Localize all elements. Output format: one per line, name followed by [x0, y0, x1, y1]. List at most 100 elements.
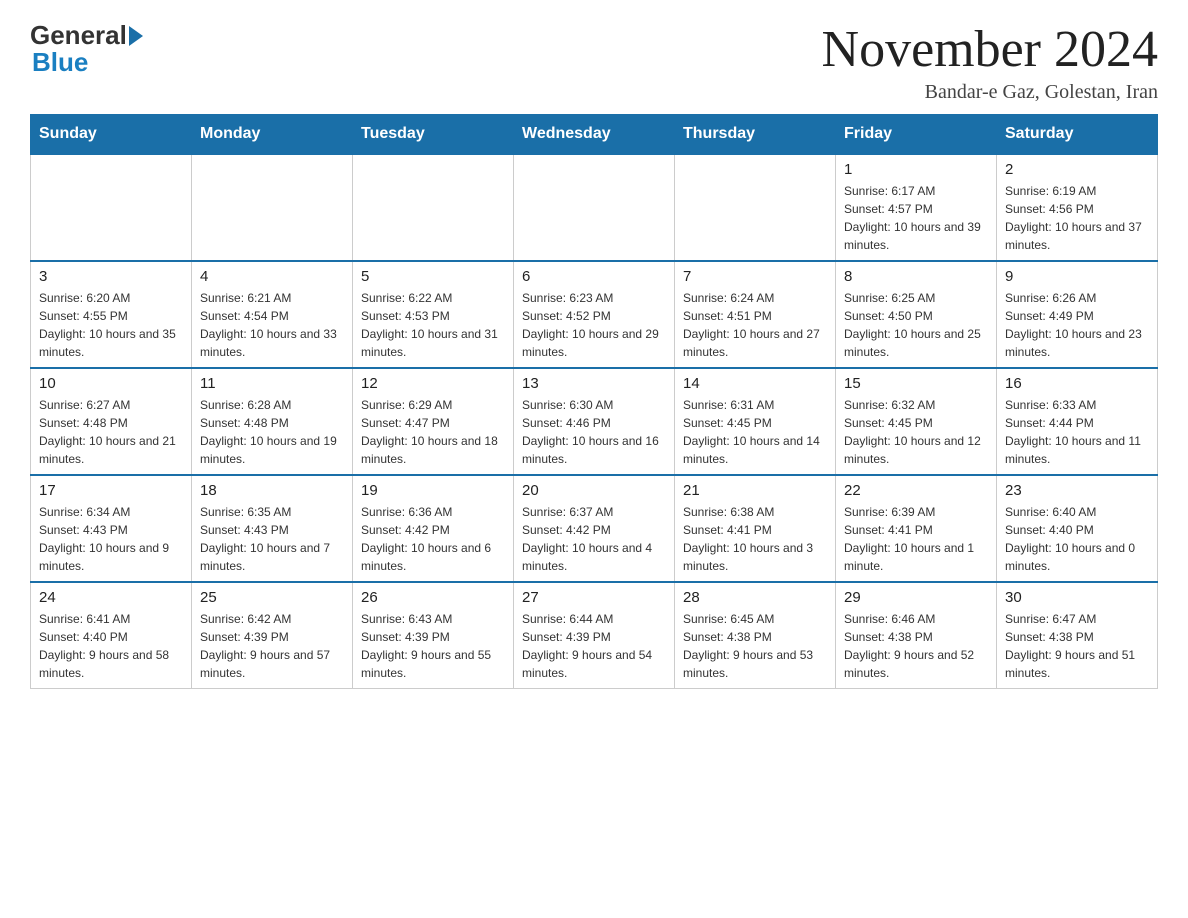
calendar-day-header: Friday	[836, 115, 997, 155]
title-block: November 2024 Bandar-e Gaz, Golestan, Ir…	[822, 20, 1158, 104]
day-info: Sunrise: 6:42 AMSunset: 4:39 PMDaylight:…	[200, 610, 344, 682]
calendar-title: November 2024	[822, 20, 1158, 79]
day-number: 2	[1005, 161, 1149, 178]
calendar-day-cell: 1 Sunrise: 6:17 AMSunset: 4:57 PMDaylight…	[836, 154, 997, 261]
calendar-day-cell: 4Sunrise: 6:21 AMSunset: 4:54 PMDaylight…	[192, 261, 353, 368]
calendar-week-row: 24 Sunrise: 6:41 AMSunset: 4:40 PMDayligh…	[31, 582, 1158, 689]
day-info: Sunrise: 6:27 AMSunset: 4:48 PMDaylight:…	[39, 396, 183, 468]
calendar-day-cell: 13 Sunrise: 6:30 AMSunset: 4:46 PMDayligh…	[514, 368, 675, 475]
calendar-day-cell: 25 Sunrise: 6:42 AMSunset: 4:39 PMDayligh…	[192, 582, 353, 689]
day-info: Sunrise: 6:46 AMSunset: 4:38 PMDaylight:…	[844, 610, 988, 682]
day-number: 21	[683, 482, 827, 499]
calendar-day-cell: 7Sunrise: 6:24 AMSunset: 4:51 PMDaylight…	[675, 261, 836, 368]
calendar-day-cell: 17 Sunrise: 6:34 AMSunset: 4:43 PMDayligh…	[31, 475, 192, 582]
day-info: Sunrise: 6:29 AMSunset: 4:47 PMDaylight:…	[361, 396, 505, 468]
day-info: Sunrise: 6:32 AMSunset: 4:45 PMDaylight:…	[844, 396, 988, 468]
day-info: Sunrise: 6:45 AMSunset: 4:38 PMDaylight:…	[683, 610, 827, 682]
day-number: 16	[1005, 375, 1149, 392]
day-number: 25	[200, 589, 344, 606]
calendar-day-cell: 22 Sunrise: 6:39 AMSunset: 4:41 PMDayligh…	[836, 475, 997, 582]
day-number: 1	[844, 161, 988, 178]
calendar-day-header: Thursday	[675, 115, 836, 155]
day-number: 30	[1005, 589, 1149, 606]
day-info: Sunrise: 6:26 AMSunset: 4:49 PMDaylight:…	[1005, 289, 1149, 361]
day-info: Sunrise: 6:22 AMSunset: 4:53 PMDaylight:…	[361, 289, 505, 361]
day-number: 19	[361, 482, 505, 499]
calendar-day-cell: 14Sunrise: 6:31 AMSunset: 4:45 PMDayligh…	[675, 368, 836, 475]
day-number: 5	[361, 268, 505, 285]
day-number: 20	[522, 482, 666, 499]
calendar-day-cell: 29 Sunrise: 6:46 AMSunset: 4:38 PMDayligh…	[836, 582, 997, 689]
calendar-day-cell	[675, 154, 836, 261]
day-info: Sunrise: 6:35 AMSunset: 4:43 PMDaylight:…	[200, 503, 344, 575]
day-number: 6	[522, 268, 666, 285]
day-number: 9	[1005, 268, 1149, 285]
day-number: 26	[361, 589, 505, 606]
day-info: Sunrise: 6:34 AMSunset: 4:43 PMDaylight:…	[39, 503, 183, 575]
day-number: 17	[39, 482, 183, 499]
day-number: 24	[39, 589, 183, 606]
day-info: Sunrise: 6:31 AMSunset: 4:45 PMDaylight:…	[683, 396, 827, 468]
logo: General Blue	[30, 20, 143, 78]
calendar-week-row: 10 Sunrise: 6:27 AMSunset: 4:48 PMDayligh…	[31, 368, 1158, 475]
day-number: 11	[200, 375, 344, 392]
day-number: 13	[522, 375, 666, 392]
calendar-header-row: SundayMondayTuesdayWednesdayThursdayFrid…	[31, 115, 1158, 155]
day-number: 3	[39, 268, 183, 285]
calendar-day-cell: 19Sunrise: 6:36 AMSunset: 4:42 PMDayligh…	[353, 475, 514, 582]
day-info: Sunrise: 6:39 AMSunset: 4:41 PMDaylight:…	[844, 503, 988, 575]
calendar-day-header: Sunday	[31, 115, 192, 155]
calendar-day-cell: 9 Sunrise: 6:26 AMSunset: 4:49 PMDaylight…	[997, 261, 1158, 368]
page-header: General Blue November 2024 Bandar-e Gaz,…	[30, 20, 1158, 104]
day-info: Sunrise: 6:30 AMSunset: 4:46 PMDaylight:…	[522, 396, 666, 468]
calendar-day-cell: 15 Sunrise: 6:32 AMSunset: 4:45 PMDayligh…	[836, 368, 997, 475]
day-number: 28	[683, 589, 827, 606]
day-info: Sunrise: 6:41 AMSunset: 4:40 PMDaylight:…	[39, 610, 183, 682]
day-info: Sunrise: 6:24 AMSunset: 4:51 PMDaylight:…	[683, 289, 827, 361]
calendar-day-cell: 20 Sunrise: 6:37 AMSunset: 4:42 PMDayligh…	[514, 475, 675, 582]
day-number: 29	[844, 589, 988, 606]
day-info: Sunrise: 6:21 AMSunset: 4:54 PMDaylight:…	[200, 289, 344, 361]
day-info: Sunrise: 6:47 AMSunset: 4:38 PMDaylight:…	[1005, 610, 1149, 682]
calendar-table: SundayMondayTuesdayWednesdayThursdayFrid…	[30, 114, 1158, 689]
calendar-day-cell	[514, 154, 675, 261]
calendar-day-cell: 23 Sunrise: 6:40 AMSunset: 4:40 PMDayligh…	[997, 475, 1158, 582]
calendar-week-row: 17 Sunrise: 6:34 AMSunset: 4:43 PMDayligh…	[31, 475, 1158, 582]
calendar-day-cell: 12 Sunrise: 6:29 AMSunset: 4:47 PMDayligh…	[353, 368, 514, 475]
day-info: Sunrise: 6:20 AMSunset: 4:55 PMDaylight:…	[39, 289, 183, 361]
day-info: Sunrise: 6:25 AMSunset: 4:50 PMDaylight:…	[844, 289, 988, 361]
day-info: Sunrise: 6:43 AMSunset: 4:39 PMDaylight:…	[361, 610, 505, 682]
calendar-day-cell: 18 Sunrise: 6:35 AMSunset: 4:43 PMDayligh…	[192, 475, 353, 582]
day-info: Sunrise: 6:40 AMSunset: 4:40 PMDaylight:…	[1005, 503, 1149, 575]
day-number: 12	[361, 375, 505, 392]
logo-blue-text: Blue	[32, 47, 88, 78]
day-number: 23	[1005, 482, 1149, 499]
day-number: 22	[844, 482, 988, 499]
day-info: Sunrise: 6:44 AMSunset: 4:39 PMDaylight:…	[522, 610, 666, 682]
calendar-day-cell: 10 Sunrise: 6:27 AMSunset: 4:48 PMDayligh…	[31, 368, 192, 475]
day-number: 18	[200, 482, 344, 499]
calendar-day-cell	[31, 154, 192, 261]
calendar-day-header: Monday	[192, 115, 353, 155]
calendar-day-cell	[192, 154, 353, 261]
day-number: 15	[844, 375, 988, 392]
calendar-subtitle: Bandar-e Gaz, Golestan, Iran	[822, 81, 1158, 104]
logo-triangle-icon	[129, 26, 143, 46]
day-info: Sunrise: 6:23 AMSunset: 4:52 PMDaylight:…	[522, 289, 666, 361]
calendar-week-row: 1 Sunrise: 6:17 AMSunset: 4:57 PMDaylight…	[31, 154, 1158, 261]
calendar-day-header: Wednesday	[514, 115, 675, 155]
calendar-day-cell: 16Sunrise: 6:33 AMSunset: 4:44 PMDayligh…	[997, 368, 1158, 475]
calendar-day-cell: 27Sunrise: 6:44 AMSunset: 4:39 PMDayligh…	[514, 582, 675, 689]
calendar-day-cell: 5 Sunrise: 6:22 AMSunset: 4:53 PMDaylight…	[353, 261, 514, 368]
day-info: Sunrise: 6:19 AMSunset: 4:56 PMDaylight:…	[1005, 182, 1149, 254]
calendar-day-cell: 21Sunrise: 6:38 AMSunset: 4:41 PMDayligh…	[675, 475, 836, 582]
calendar-day-cell: 30 Sunrise: 6:47 AMSunset: 4:38 PMDayligh…	[997, 582, 1158, 689]
day-info: Sunrise: 6:37 AMSunset: 4:42 PMDaylight:…	[522, 503, 666, 575]
day-info: Sunrise: 6:17 AMSunset: 4:57 PMDaylight:…	[844, 182, 988, 254]
calendar-day-cell: 24 Sunrise: 6:41 AMSunset: 4:40 PMDayligh…	[31, 582, 192, 689]
calendar-day-header: Tuesday	[353, 115, 514, 155]
calendar-day-cell: 6 Sunrise: 6:23 AMSunset: 4:52 PMDaylight…	[514, 261, 675, 368]
day-number: 10	[39, 375, 183, 392]
calendar-day-cell: 2 Sunrise: 6:19 AMSunset: 4:56 PMDaylight…	[997, 154, 1158, 261]
calendar-day-cell: 28 Sunrise: 6:45 AMSunset: 4:38 PMDayligh…	[675, 582, 836, 689]
